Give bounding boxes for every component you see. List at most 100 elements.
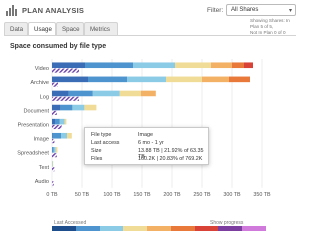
tooltip-value: 6 mo - 1 yr xyxy=(138,140,164,146)
x-tick-label: 100 TB xyxy=(103,192,121,198)
bar-segment[interactable] xyxy=(52,76,88,83)
bar-segment[interactable] xyxy=(72,104,85,111)
x-tick-label: 50 TB xyxy=(75,192,90,198)
hover-tooltip: File type Image Last access 6 mo - 1 yr … xyxy=(84,127,209,165)
category-label: Text xyxy=(39,165,50,171)
x-tick-label: 250 TB xyxy=(193,192,211,198)
legend-swatch xyxy=(147,226,171,231)
bar-segment[interactable] xyxy=(202,76,229,83)
progress-hatch-bar[interactable] xyxy=(52,110,57,115)
bar-segment[interactable] xyxy=(85,62,133,69)
category-label: Presentation xyxy=(18,122,49,128)
bar-segment[interactable] xyxy=(52,118,55,125)
bar-segment[interactable] xyxy=(52,132,53,139)
x-tick-label: 150 TB xyxy=(133,192,151,198)
tooltip-row: Files 160.2K | 20.83% of 769.2K xyxy=(91,156,206,163)
tab-space-label: Space xyxy=(62,26,80,33)
category-label: Log xyxy=(40,94,49,100)
progress-hatch-bar[interactable] xyxy=(52,124,62,130)
bar-segment[interactable] xyxy=(68,90,93,97)
bar-segment[interactable] xyxy=(229,76,250,83)
progress-hatch-bar[interactable] xyxy=(52,181,54,186)
legend-swatch xyxy=(170,226,195,231)
category-label: Archive xyxy=(30,80,49,86)
bar-segment[interactable] xyxy=(84,104,97,111)
tab-data-label: Data xyxy=(10,26,24,33)
bar-segment[interactable] xyxy=(232,62,244,69)
section-title: Space consumed by file type xyxy=(10,43,107,50)
category-label: Image xyxy=(33,137,49,143)
bar-segment[interactable] xyxy=(52,147,54,153)
tab-data[interactable]: Data xyxy=(4,22,28,36)
progress-hatch-bar[interactable] xyxy=(52,68,79,73)
tab-usage[interactable]: Usage xyxy=(28,22,56,36)
x-tick-label: 200 TB xyxy=(163,192,181,198)
x-tick-label: 350 TB xyxy=(253,192,271,198)
progress-hatch-bar[interactable] xyxy=(52,167,55,172)
category-label: Spreadsheet xyxy=(17,151,49,157)
tooltip-row: File type Image xyxy=(91,132,206,139)
tab-metrics-label: Metrics xyxy=(90,26,110,33)
bar-segment[interactable] xyxy=(61,132,67,139)
progress-hatch-bar[interactable] xyxy=(52,139,55,144)
tooltip-key: Files xyxy=(91,156,103,162)
page-title: PLAN ANALYSIS xyxy=(22,6,85,15)
bar-segment[interactable] xyxy=(175,62,211,69)
bar-segment[interactable] xyxy=(92,90,120,97)
progress-hatch-bar[interactable] xyxy=(52,153,57,158)
bar-segment[interactable] xyxy=(53,147,56,153)
category-label: Audio xyxy=(35,179,49,185)
bar-segment[interactable] xyxy=(52,104,61,111)
tooltip-key: File type xyxy=(91,132,112,138)
filter-value: All Shares xyxy=(231,7,259,13)
progress-hatch-bar[interactable] xyxy=(52,82,58,87)
showing-summary: Showing Shares: In Plan 5 of 5, Not In P… xyxy=(250,18,298,36)
bar-segment[interactable] xyxy=(64,118,67,125)
bar-segment[interactable] xyxy=(52,161,54,167)
tab-space[interactable]: Space xyxy=(56,22,84,36)
bar-segment[interactable] xyxy=(52,62,85,69)
legend-swatch xyxy=(75,226,100,231)
legend-swatch xyxy=(194,226,219,231)
filter-label: Filter: xyxy=(207,7,224,14)
tooltip-value: 160.2K | 20.83% of 769.2K xyxy=(138,156,203,162)
bar-segment[interactable] xyxy=(140,90,156,97)
tab-metrics[interactable]: Metrics xyxy=(84,22,118,36)
progress-hatch-bar[interactable] xyxy=(52,96,79,101)
tab-divider xyxy=(4,35,296,36)
tooltip-key: Last access xyxy=(91,140,120,146)
bar-segment[interactable] xyxy=(55,118,60,125)
bar-segment[interactable] xyxy=(244,62,253,69)
bar-segment[interactable] xyxy=(60,104,73,111)
bar-chart-icon xyxy=(6,5,17,16)
bar-segment[interactable] xyxy=(211,62,232,69)
tab-usage-label: Usage xyxy=(34,26,52,33)
tooltip-row: Size 13.88 TB | 21.92% of 63.35 TB xyxy=(91,148,206,160)
legend-swatch xyxy=(218,226,243,231)
tooltip-value: Image xyxy=(138,132,153,138)
x-tick-label: 300 TB xyxy=(223,192,241,198)
bar-segment[interactable] xyxy=(166,76,202,83)
bar-segment[interactable] xyxy=(55,147,58,153)
bar-segment[interactable] xyxy=(88,76,127,83)
bar-segment[interactable] xyxy=(127,76,166,83)
bar-segment[interactable] xyxy=(52,161,53,167)
legend-swatch xyxy=(99,226,124,231)
bar-segment[interactable] xyxy=(119,90,141,97)
tooltip-key: Size xyxy=(91,148,102,154)
category-label: Video xyxy=(35,66,49,72)
legend-color-scale xyxy=(52,226,267,231)
filter-dropdown[interactable]: All Shares ▾ xyxy=(226,4,296,16)
legend-swatch xyxy=(52,226,76,231)
legend-swatch xyxy=(242,226,267,231)
showing-line-1: Showing Shares: In Plan 5 of 5, xyxy=(250,18,290,29)
bar-segment[interactable] xyxy=(52,90,69,97)
bar-segment[interactable] xyxy=(59,118,65,125)
bar-segment[interactable] xyxy=(67,132,72,139)
legend-swatch xyxy=(123,226,148,231)
category-label: Document xyxy=(24,108,50,114)
legend: Last Accessed Show progress xyxy=(52,220,267,240)
bar-segment[interactable] xyxy=(52,132,61,139)
tooltip-row: Last access 6 mo - 1 yr xyxy=(91,140,206,147)
bar-segment[interactable] xyxy=(133,62,175,69)
